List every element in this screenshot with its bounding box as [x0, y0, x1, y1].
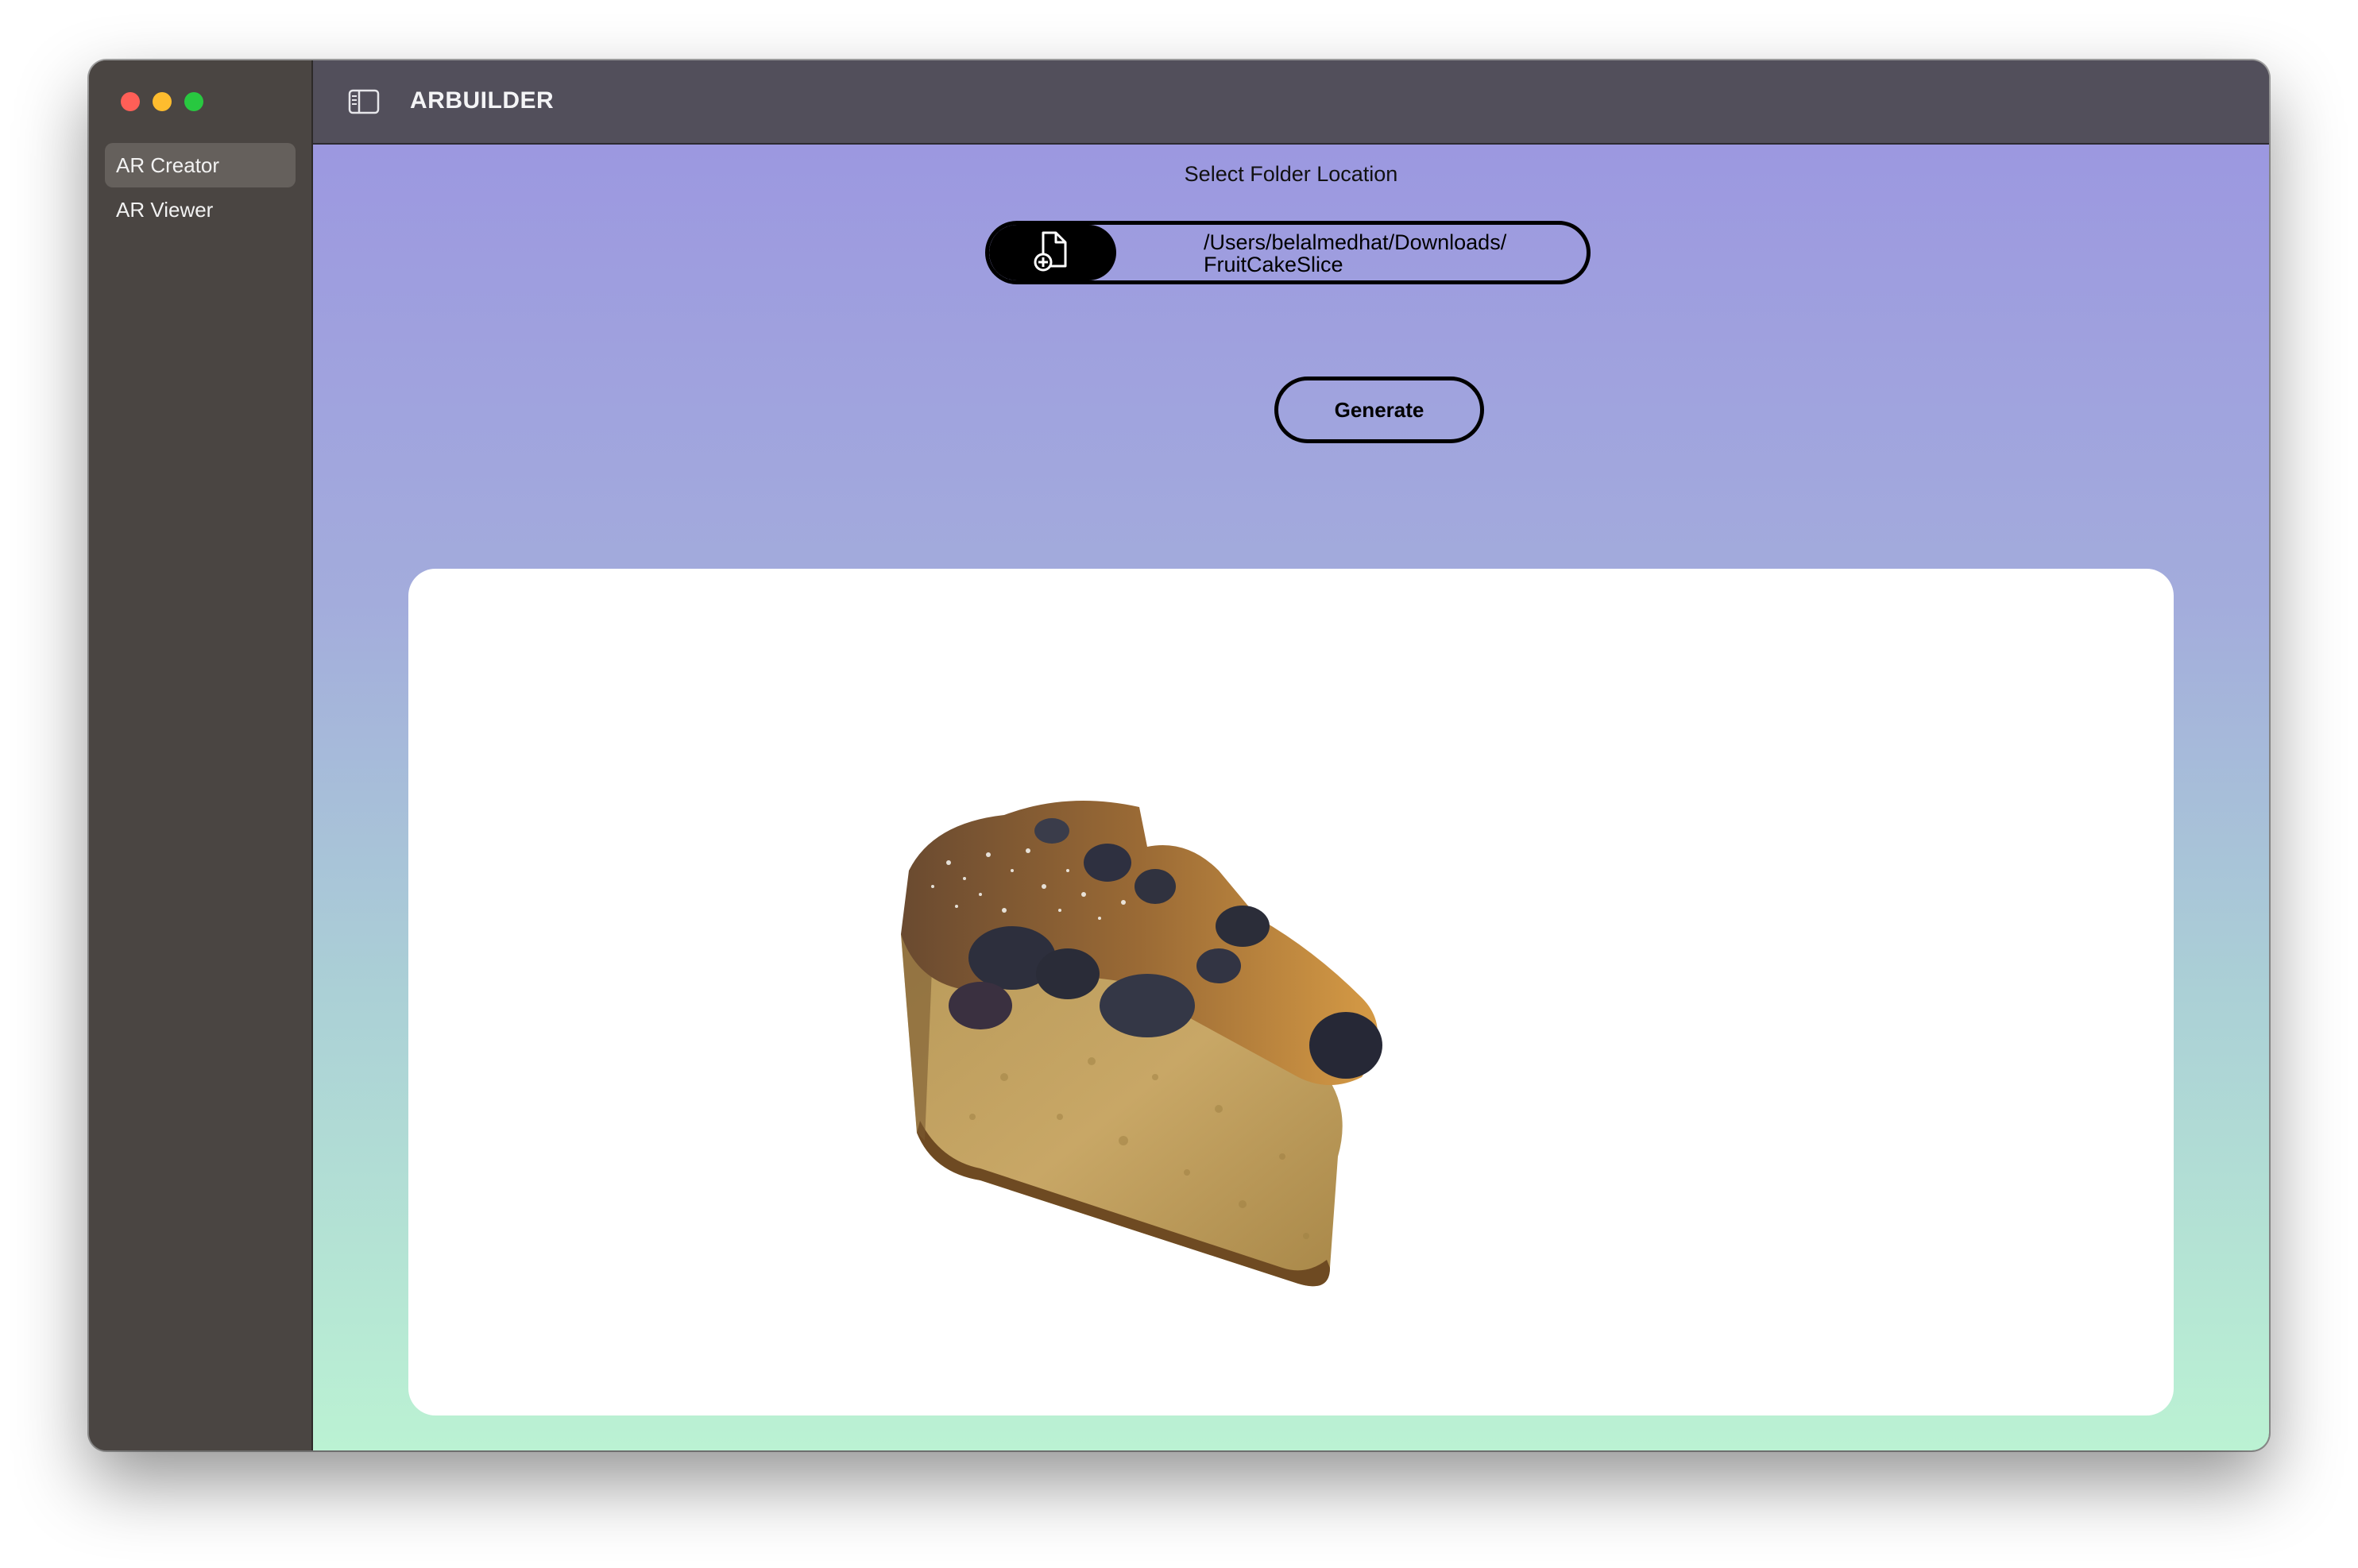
sidebar-toggle-icon[interactable] — [348, 89, 380, 114]
folder-path-field[interactable]: /Users/belalmedhat/Downloads/ FruitCakeS… — [985, 221, 1591, 284]
app-title: ARBUILDER — [410, 87, 555, 114]
sidebar-item-label: AR Viewer — [116, 197, 214, 222]
close-window-button[interactable] — [121, 92, 140, 111]
folder-path-value: /Users/belalmedhat/Downloads/ FruitCakeS… — [1204, 230, 1507, 276]
title-bar: ARBUILDER — [313, 60, 2269, 145]
sidebar-item-label: AR Creator — [116, 153, 220, 177]
sidebar: AR Creator AR Viewer — [89, 60, 313, 1450]
content-area: Select Folder Location /Users/belalmedha… — [313, 145, 2269, 1450]
generate-button[interactable]: Generate — [1274, 377, 1484, 443]
sidebar-list: AR Creator AR Viewer — [105, 143, 296, 232]
zoom-window-button[interactable] — [184, 92, 203, 111]
sidebar-item-ar-creator[interactable]: AR Creator — [105, 143, 296, 187]
folder-label: Select Folder Location — [1184, 162, 1398, 186]
main-area: ARBUILDER Select Folder Location /Users/… — [313, 60, 2269, 1450]
app-window: AR Creator AR Viewer ARBUILDER Select Fo… — [89, 60, 2269, 1450]
model-viewer[interactable] — [408, 569, 2174, 1415]
window-controls — [121, 92, 203, 111]
folder-path-text: /Users/belalmedhat/Downloads/ FruitCakeS… — [1204, 231, 1571, 276]
choose-folder-button[interactable] — [989, 225, 1116, 280]
cake-slice-model — [901, 801, 1382, 1287]
doc-badge-plus-icon — [1034, 230, 1072, 276]
sidebar-item-ar-viewer[interactable]: AR Viewer — [105, 187, 296, 232]
minimize-window-button[interactable] — [153, 92, 172, 111]
